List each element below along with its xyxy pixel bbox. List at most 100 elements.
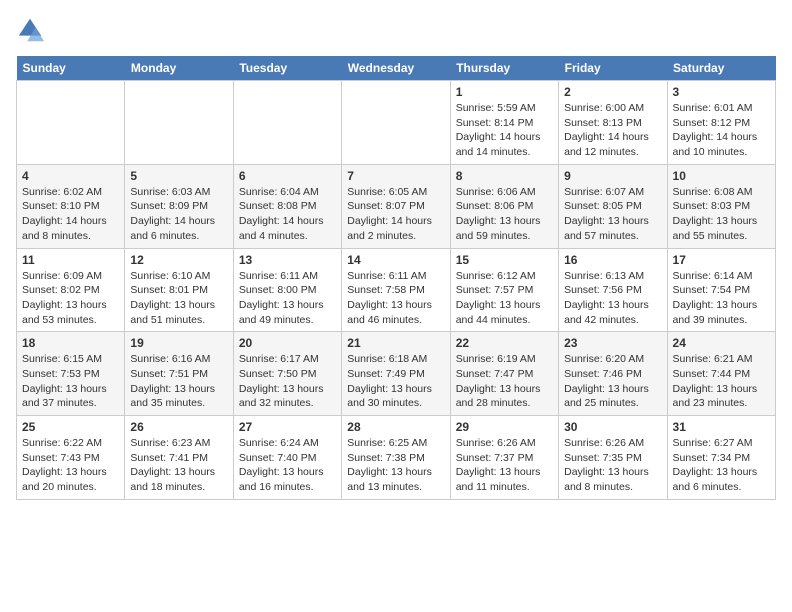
week-row-2: 4 Sunrise: 6:02 AMSunset: 8:10 PMDaylight… xyxy=(17,164,776,248)
calendar-cell xyxy=(233,81,341,165)
calendar-cell: 4 Sunrise: 6:02 AMSunset: 8:10 PMDaylight… xyxy=(17,164,125,248)
day-info: Sunrise: 6:00 AMSunset: 8:13 PMDaylight:… xyxy=(564,101,661,160)
weekday-header-wednesday: Wednesday xyxy=(342,56,450,81)
day-info: Sunrise: 6:21 AMSunset: 7:44 PMDaylight:… xyxy=(673,352,770,411)
weekday-header-monday: Monday xyxy=(125,56,233,81)
day-info: Sunrise: 6:15 AMSunset: 7:53 PMDaylight:… xyxy=(22,352,119,411)
day-info: Sunrise: 6:07 AMSunset: 8:05 PMDaylight:… xyxy=(564,185,661,244)
calendar-cell: 20 Sunrise: 6:17 AMSunset: 7:50 PMDayligh… xyxy=(233,332,341,416)
day-number: 20 xyxy=(239,336,336,350)
day-info: Sunrise: 6:16 AMSunset: 7:51 PMDaylight:… xyxy=(130,352,227,411)
day-info: Sunrise: 6:14 AMSunset: 7:54 PMDaylight:… xyxy=(673,269,770,328)
day-info: Sunrise: 6:19 AMSunset: 7:47 PMDaylight:… xyxy=(456,352,553,411)
weekday-header-saturday: Saturday xyxy=(667,56,775,81)
day-info: Sunrise: 6:11 AMSunset: 8:00 PMDaylight:… xyxy=(239,269,336,328)
weekday-header-thursday: Thursday xyxy=(450,56,558,81)
day-info: Sunrise: 6:01 AMSunset: 8:12 PMDaylight:… xyxy=(673,101,770,160)
day-info: Sunrise: 6:09 AMSunset: 8:02 PMDaylight:… xyxy=(22,269,119,328)
day-number: 29 xyxy=(456,420,553,434)
day-number: 24 xyxy=(673,336,770,350)
day-info: Sunrise: 6:13 AMSunset: 7:56 PMDaylight:… xyxy=(564,269,661,328)
weekday-header-friday: Friday xyxy=(559,56,667,81)
calendar-cell: 22 Sunrise: 6:19 AMSunset: 7:47 PMDayligh… xyxy=(450,332,558,416)
day-number: 11 xyxy=(22,253,119,267)
day-info: Sunrise: 6:17 AMSunset: 7:50 PMDaylight:… xyxy=(239,352,336,411)
week-row-1: 1Sunrise: 5:59 AMSunset: 8:14 PMDaylight… xyxy=(17,81,776,165)
day-info: Sunrise: 6:06 AMSunset: 8:06 PMDaylight:… xyxy=(456,185,553,244)
calendar-cell: 17 Sunrise: 6:14 AMSunset: 7:54 PMDayligh… xyxy=(667,248,775,332)
day-info: Sunrise: 6:26 AMSunset: 7:35 PMDaylight:… xyxy=(564,436,661,495)
calendar-cell: 28Sunrise: 6:25 AMSunset: 7:38 PMDayligh… xyxy=(342,416,450,500)
day-number: 1 xyxy=(456,85,553,99)
calendar-cell: 6Sunrise: 6:04 AMSunset: 8:08 PMDaylight… xyxy=(233,164,341,248)
calendar-cell: 30 Sunrise: 6:26 AMSunset: 7:35 PMDayligh… xyxy=(559,416,667,500)
day-info: Sunrise: 6:12 AMSunset: 7:57 PMDaylight:… xyxy=(456,269,553,328)
day-number: 8 xyxy=(456,169,553,183)
day-info: Sunrise: 6:27 AMSunset: 7:34 PMDaylight:… xyxy=(673,436,770,495)
calendar-cell: 19Sunrise: 6:16 AMSunset: 7:51 PMDayligh… xyxy=(125,332,233,416)
day-info: Sunrise: 6:24 AMSunset: 7:40 PMDaylight:… xyxy=(239,436,336,495)
calendar-cell: 31 Sunrise: 6:27 AMSunset: 7:34 PMDayligh… xyxy=(667,416,775,500)
calendar-cell: 24 Sunrise: 6:21 AMSunset: 7:44 PMDayligh… xyxy=(667,332,775,416)
logo xyxy=(16,16,48,44)
calendar-cell: 5 Sunrise: 6:03 AMSunset: 8:09 PMDaylight… xyxy=(125,164,233,248)
calendar-cell: 2 Sunrise: 6:00 AMSunset: 8:13 PMDaylight… xyxy=(559,81,667,165)
weekday-header-row: SundayMondayTuesdayWednesdayThursdayFrid… xyxy=(17,56,776,81)
week-row-4: 18 Sunrise: 6:15 AMSunset: 7:53 PMDayligh… xyxy=(17,332,776,416)
day-number: 9 xyxy=(564,169,661,183)
calendar-cell: 1Sunrise: 5:59 AMSunset: 8:14 PMDaylight… xyxy=(450,81,558,165)
day-number: 21 xyxy=(347,336,444,350)
day-number: 17 xyxy=(673,253,770,267)
day-number: 27 xyxy=(239,420,336,434)
week-row-5: 25Sunrise: 6:22 AMSunset: 7:43 PMDayligh… xyxy=(17,416,776,500)
calendar-cell: 10 Sunrise: 6:08 AMSunset: 8:03 PMDayligh… xyxy=(667,164,775,248)
day-info: Sunrise: 6:10 AMSunset: 8:01 PMDaylight:… xyxy=(130,269,227,328)
day-info: Sunrise: 6:18 AMSunset: 7:49 PMDaylight:… xyxy=(347,352,444,411)
day-info: Sunrise: 6:03 AMSunset: 8:09 PMDaylight:… xyxy=(130,185,227,244)
day-number: 22 xyxy=(456,336,553,350)
day-info: Sunrise: 6:20 AMSunset: 7:46 PMDaylight:… xyxy=(564,352,661,411)
day-number: 2 xyxy=(564,85,661,99)
calendar-cell: 21 Sunrise: 6:18 AMSunset: 7:49 PMDayligh… xyxy=(342,332,450,416)
calendar-cell: 18 Sunrise: 6:15 AMSunset: 7:53 PMDayligh… xyxy=(17,332,125,416)
day-info: Sunrise: 6:25 AMSunset: 7:38 PMDaylight:… xyxy=(347,436,444,495)
day-info: Sunrise: 6:08 AMSunset: 8:03 PMDaylight:… xyxy=(673,185,770,244)
calendar-cell: 27 Sunrise: 6:24 AMSunset: 7:40 PMDayligh… xyxy=(233,416,341,500)
day-info: Sunrise: 6:11 AMSunset: 7:58 PMDaylight:… xyxy=(347,269,444,328)
day-number: 7 xyxy=(347,169,444,183)
calendar-cell: 16 Sunrise: 6:13 AMSunset: 7:56 PMDayligh… xyxy=(559,248,667,332)
day-number: 5 xyxy=(130,169,227,183)
calendar-cell: 25Sunrise: 6:22 AMSunset: 7:43 PMDayligh… xyxy=(17,416,125,500)
day-info: Sunrise: 6:05 AMSunset: 8:07 PMDaylight:… xyxy=(347,185,444,244)
day-number: 10 xyxy=(673,169,770,183)
day-number: 3 xyxy=(673,85,770,99)
calendar-table: SundayMondayTuesdayWednesdayThursdayFrid… xyxy=(16,56,776,500)
calendar-cell: 14 Sunrise: 6:11 AMSunset: 7:58 PMDayligh… xyxy=(342,248,450,332)
calendar-cell: 9 Sunrise: 6:07 AMSunset: 8:05 PMDaylight… xyxy=(559,164,667,248)
day-number: 16 xyxy=(564,253,661,267)
calendar-cell: 13 Sunrise: 6:11 AMSunset: 8:00 PMDayligh… xyxy=(233,248,341,332)
calendar-cell: 3 Sunrise: 6:01 AMSunset: 8:12 PMDaylight… xyxy=(667,81,775,165)
calendar-cell: 12 Sunrise: 6:10 AMSunset: 8:01 PMDayligh… xyxy=(125,248,233,332)
calendar-cell: 11 Sunrise: 6:09 AMSunset: 8:02 PMDayligh… xyxy=(17,248,125,332)
day-info: Sunrise: 6:02 AMSunset: 8:10 PMDaylight:… xyxy=(22,185,119,244)
day-number: 4 xyxy=(22,169,119,183)
day-number: 12 xyxy=(130,253,227,267)
day-number: 15 xyxy=(456,253,553,267)
day-number: 13 xyxy=(239,253,336,267)
weekday-header-tuesday: Tuesday xyxy=(233,56,341,81)
day-number: 6 xyxy=(239,169,336,183)
day-number: 18 xyxy=(22,336,119,350)
day-number: 30 xyxy=(564,420,661,434)
calendar-cell xyxy=(17,81,125,165)
calendar-cell: 23Sunrise: 6:20 AMSunset: 7:46 PMDayligh… xyxy=(559,332,667,416)
day-info: Sunrise: 6:23 AMSunset: 7:41 PMDaylight:… xyxy=(130,436,227,495)
day-number: 14 xyxy=(347,253,444,267)
calendar-cell: 26Sunrise: 6:23 AMSunset: 7:41 PMDayligh… xyxy=(125,416,233,500)
calendar-cell xyxy=(342,81,450,165)
day-number: 31 xyxy=(673,420,770,434)
calendar-cell: 29Sunrise: 6:26 AMSunset: 7:37 PMDayligh… xyxy=(450,416,558,500)
calendar-cell: 7 Sunrise: 6:05 AMSunset: 8:07 PMDaylight… xyxy=(342,164,450,248)
weekday-header-sunday: Sunday xyxy=(17,56,125,81)
page-header xyxy=(16,16,776,44)
